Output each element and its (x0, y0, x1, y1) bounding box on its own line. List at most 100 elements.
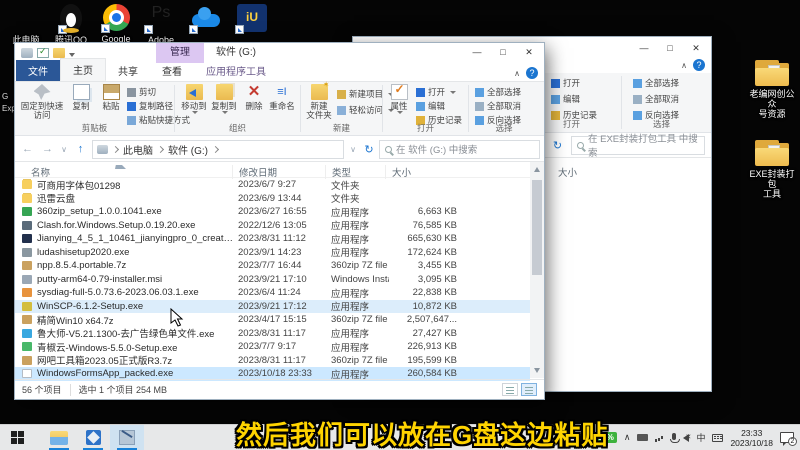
desktop-folder-icon[interactable]: EXE封装打包 工具 (748, 140, 796, 199)
column-header-size[interactable]: 大小 (385, 165, 411, 179)
breadcrumb[interactable]: 此电脑 软件 (G:) (92, 140, 344, 159)
desktop-icon-chrome[interactable]: Google (96, 4, 136, 44)
scrollbar-thumb[interactable] (532, 180, 542, 275)
hidden-icons-chevron[interactable]: ∧ (624, 432, 631, 443)
column-header-type[interactable]: 类型 (325, 165, 351, 179)
notification-center-icon[interactable]: 2 (780, 432, 794, 443)
close-button[interactable]: ✕ (516, 45, 542, 59)
taskbar-packer-tool[interactable] (110, 425, 144, 450)
device-icon[interactable] (637, 434, 648, 441)
open-button[interactable]: 打开 (416, 86, 456, 98)
column-header-name[interactable]: 名称 (25, 165, 50, 179)
breadcrumb-this-pc[interactable]: 此电脑 (123, 142, 153, 157)
folder-quick-icon[interactable] (53, 48, 65, 58)
help-icon[interactable]: ? (693, 59, 705, 71)
details-view-toggle[interactable] (521, 383, 537, 396)
select-none-button[interactable]: 全部取消 (475, 100, 521, 112)
tab-app-tools[interactable]: 应用程序工具 (194, 60, 278, 81)
file-size: 260,584 KB (367, 368, 457, 379)
desktop-folder-icon[interactable]: 老编网创公众 号资源 (748, 60, 796, 119)
copy-to-button[interactable]: 复制到 (209, 84, 239, 114)
edit-button[interactable]: 编辑 (416, 100, 445, 112)
back-icon[interactable]: ← (19, 143, 36, 155)
app-icon (22, 288, 32, 297)
tab-share[interactable]: 共享 (106, 60, 150, 81)
file-row[interactable]: 鲁大师-V5.21.1300-去广告绿色单文件.exe2023/8/31 11:… (15, 327, 530, 341)
explorer-window[interactable]: 管理 软件 (G:) — □ ✕ 文件 主页 共享 查看 应用程序工具 ∧ ? … (14, 42, 545, 400)
properties-button[interactable]: 属性 (385, 84, 413, 114)
desktop-icon-cloud[interactable] (186, 4, 226, 35)
app-icon (22, 302, 32, 311)
tab-home[interactable]: 主页 (60, 58, 106, 81)
taskbar-virtualbox[interactable] (76, 425, 110, 450)
desktop-icon-this-pc[interactable]: 此电脑 (6, 4, 46, 45)
speaker-muted-icon[interactable] (683, 434, 689, 442)
desktop-icon-qq[interactable]: 腾讯QQ (51, 4, 91, 45)
taskbar-clock[interactable]: 23:33 2023/10/18 (730, 428, 773, 448)
file-row[interactable]: 精简Win10 x64.7z2023/4/17 15:15360zip 7Z f… (15, 313, 530, 327)
refresh-icon[interactable]: ↻ (549, 139, 566, 152)
open-group-item-button[interactable]: 打开 (551, 77, 597, 89)
list-view-toggle[interactable] (502, 383, 518, 396)
file-row[interactable]: Clash.for.Windows.Setup.0.19.20.exe2022/… (15, 219, 530, 233)
size-column-header[interactable]: 大小 (558, 165, 577, 179)
refresh-icon[interactable]: ↻ (362, 143, 376, 156)
properties-quick-icon[interactable] (37, 48, 49, 58)
address-dropdown-icon[interactable]: ∨ (347, 145, 359, 154)
desktop-icon-photoshop[interactable]: PsAdobe (141, 4, 181, 45)
microphone-icon[interactable] (672, 433, 676, 440)
new-folder-button[interactable]: 新建 文件夹 (303, 84, 335, 120)
desktop-icon-iu[interactable]: iU (232, 4, 272, 35)
select-group-item-button[interactable]: 全部取消 (633, 93, 679, 105)
search-input[interactable]: 在 软件 (G:) 中搜索 (379, 140, 540, 159)
file-row[interactable]: Jianying_4_5_1_10461_jianyingpro_0_creat… (15, 232, 530, 246)
file-row[interactable]: 网吧工具箱2023.05正式版R3.7z2023/8/31 11:17360zi… (15, 354, 530, 368)
tab-view[interactable]: 查看 (150, 60, 194, 81)
open-group-item-button[interactable]: 编辑 (551, 93, 597, 105)
minimize-button[interactable]: — (631, 41, 657, 55)
file-row[interactable]: ludashisetup2020.exe2023/9/1 14:23应用程序17… (15, 246, 530, 260)
file-row[interactable]: putty-arm64-0.79-installer.msi2023/9/21 … (15, 273, 530, 287)
maximize-button[interactable]: □ (657, 41, 683, 55)
ribbon-collapse-icon[interactable]: ∧ (514, 69, 520, 78)
copy-path-button[interactable]: 复制路径 (127, 100, 173, 112)
file-row[interactable]: npp.8.5.4.portable.7z2023/7/7 16:44360zi… (15, 259, 530, 273)
forward-icon[interactable]: → (39, 143, 56, 155)
file-row[interactable]: WinSCP-6.1.2-Setup.exe2023/9/21 17:12应用程… (15, 300, 530, 314)
ribbon-collapse-icon[interactable]: ∧ (681, 61, 687, 70)
minimize-button[interactable]: — (464, 45, 490, 59)
pin-to-quick-access-button[interactable]: 固定到快速 访问 (19, 84, 65, 120)
scroll-up-icon[interactable] (534, 167, 540, 172)
ime-indicator[interactable]: 中 (696, 431, 705, 444)
copy-button[interactable]: 复制 (67, 84, 95, 111)
breadcrumb-drive-g[interactable]: 软件 (G:) (168, 142, 208, 157)
up-icon[interactable]: ↑ (72, 143, 89, 155)
back-window-search-input[interactable]: 在 EXE封装打包工具 中搜索 (571, 136, 705, 155)
file-row[interactable]: 可商用字体包012982023/6/7 9:27文件夹 (15, 178, 530, 192)
file-row[interactable]: 青椒云-Windows-5.5.0-Setup.exe2023/7/7 9:17… (15, 340, 530, 354)
help-icon[interactable]: ? (526, 67, 538, 79)
file-row[interactable]: 迅雷云盘2023/6/9 13:44文件夹 (15, 192, 530, 206)
tab-file[interactable]: 文件 (16, 60, 60, 81)
keyboard-icon[interactable] (712, 434, 723, 442)
recent-locations-icon[interactable]: ∨ (59, 145, 69, 154)
close-button[interactable]: ✕ (683, 41, 709, 55)
cut-button[interactable]: 剪切 (127, 86, 156, 98)
scrollbar[interactable] (530, 162, 544, 378)
scroll-down-icon[interactable] (534, 368, 540, 373)
chevron-down-icon[interactable] (69, 53, 75, 57)
select-group-item-button[interactable]: 全部选择 (633, 77, 679, 89)
file-row[interactable]: 360zip_setup_1.0.0.1041.exe2023/6/27 16:… (15, 205, 530, 219)
rename-button[interactable]: ≡I 重命名 (267, 84, 297, 111)
file-row[interactable]: sysdiag-full-5.0.73.6-2023.06.03.1.exe20… (15, 286, 530, 300)
select-all-button[interactable]: 全部选择 (475, 86, 521, 98)
taskbar-file-explorer[interactable] (42, 425, 76, 450)
maximize-button[interactable]: □ (490, 45, 516, 59)
delete-button[interactable]: ✕ 删除 (241, 84, 267, 111)
column-header-date[interactable]: 修改日期 (232, 165, 277, 179)
network-icon[interactable] (655, 434, 665, 442)
paste-button[interactable]: 粘贴 (97, 84, 125, 111)
move-to-button[interactable]: 移动到 (179, 84, 209, 114)
start-button[interactable] (0, 425, 34, 450)
file-name: WindowsFormsApp_packed.exe (37, 368, 235, 379)
